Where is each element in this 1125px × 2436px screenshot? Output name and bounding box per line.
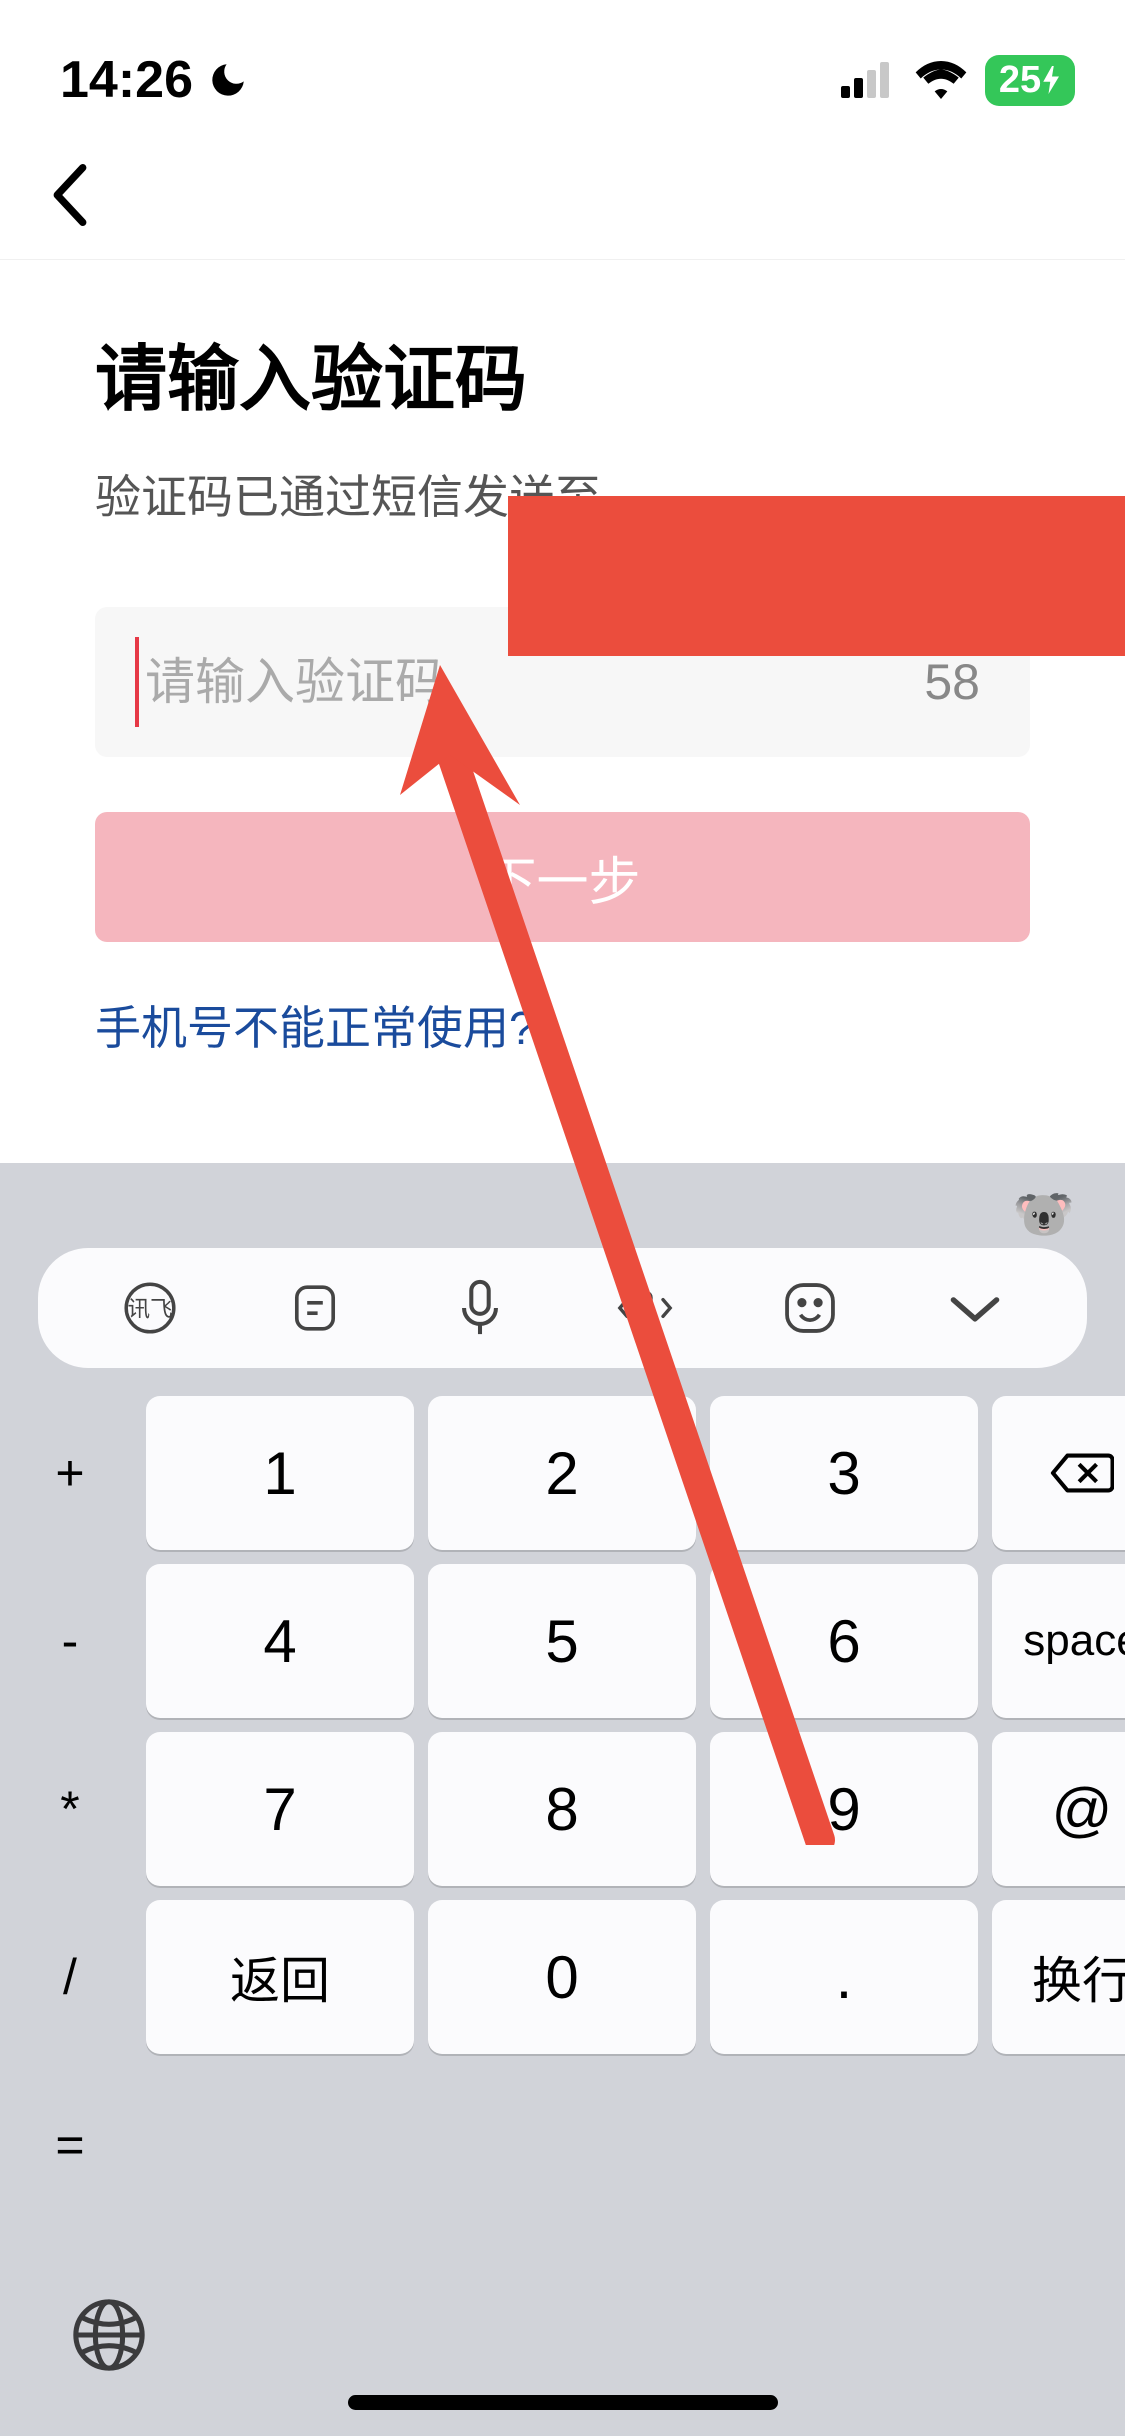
status-left: 14:26 — [60, 50, 249, 110]
chevron-left-icon — [51, 164, 89, 226]
back-button[interactable] — [40, 165, 100, 225]
key-asterisk[interactable]: * — [8, 1732, 132, 1886]
keyboard-toolbar: 讯飞 — [38, 1248, 1087, 1368]
key-2[interactable]: 2 — [428, 1396, 696, 1550]
status-bar: 14:26 25 — [0, 0, 1125, 130]
keyboard-emoji-hint-row: 🐨 — [0, 1163, 1125, 1248]
key-period[interactable]: . — [710, 1900, 978, 2054]
key-7[interactable]: 7 — [146, 1732, 414, 1886]
key-3[interactable]: 3 — [710, 1396, 978, 1550]
key-8[interactable]: 8 — [428, 1732, 696, 1886]
koala-emoji-icon[interactable]: 🐨 — [1013, 1185, 1075, 1244]
ime-xunfei-icon[interactable]: 讯飞 — [120, 1278, 180, 1338]
key-9[interactable]: 9 — [710, 1732, 978, 1886]
emoji-icon[interactable] — [780, 1278, 840, 1338]
key-backspace[interactable] — [992, 1396, 1125, 1550]
key-0[interactable]: 0 — [428, 1900, 696, 2054]
key-5[interactable]: 5 — [428, 1564, 696, 1718]
phone-help-link[interactable]: 手机号不能正常使用? — [95, 1002, 535, 1054]
wifi-icon — [915, 61, 967, 99]
page-title: 请输入验证码 — [95, 320, 1030, 425]
keyboard-grid: + 1 2 3 - 4 5 6 space * 7 8 9 @ / 返回 0 .… — [0, 1396, 1125, 2236]
resend-countdown: 58 — [924, 653, 980, 711]
cellular-signal-icon — [841, 62, 897, 98]
key-minus[interactable]: - — [8, 1564, 132, 1718]
text-cursor — [135, 637, 139, 727]
globe-button[interactable] — [70, 2296, 150, 2376]
keyboard: 🐨 讯飞 + 1 2 3 - 4 5 6 space — [0, 1163, 1125, 2436]
key-return[interactable]: 返回 — [146, 1900, 414, 2054]
key-equals[interactable]: = — [8, 2068, 132, 2222]
key-newline[interactable]: 换行 — [992, 1900, 1125, 2054]
dnd-moon-icon — [207, 59, 249, 101]
home-indicator[interactable] — [348, 2395, 778, 2410]
verification-code-input[interactable] — [145, 653, 924, 711]
collapse-keyboard-icon[interactable] — [945, 1278, 1005, 1338]
globe-icon — [70, 2296, 148, 2374]
key-space[interactable]: space — [992, 1564, 1125, 1718]
status-time: 14:26 — [60, 50, 193, 110]
cursor-move-icon[interactable] — [615, 1278, 675, 1338]
key-6[interactable]: 6 — [710, 1564, 978, 1718]
key-plus[interactable]: + — [8, 1396, 132, 1550]
key-1[interactable]: 1 — [146, 1396, 414, 1550]
key-slash[interactable]: / — [8, 1900, 132, 2054]
microphone-icon[interactable] — [450, 1278, 510, 1338]
status-right: 25 — [841, 55, 1075, 106]
battery-indicator: 25 — [985, 55, 1075, 106]
main-content: 请输入验证码 验证码已通过短信发送至 58 下一步 手机号不能正常使用? — [0, 260, 1125, 1058]
nav-bar — [0, 130, 1125, 260]
key-4[interactable]: 4 — [146, 1564, 414, 1718]
key-at[interactable]: @ — [992, 1732, 1125, 1886]
svg-text:讯飞: 讯飞 — [128, 1296, 173, 1321]
backspace-icon — [1050, 1449, 1114, 1497]
redaction-box — [508, 496, 1125, 656]
clipboard-icon[interactable] — [285, 1278, 345, 1338]
next-button[interactable]: 下一步 — [95, 812, 1030, 942]
